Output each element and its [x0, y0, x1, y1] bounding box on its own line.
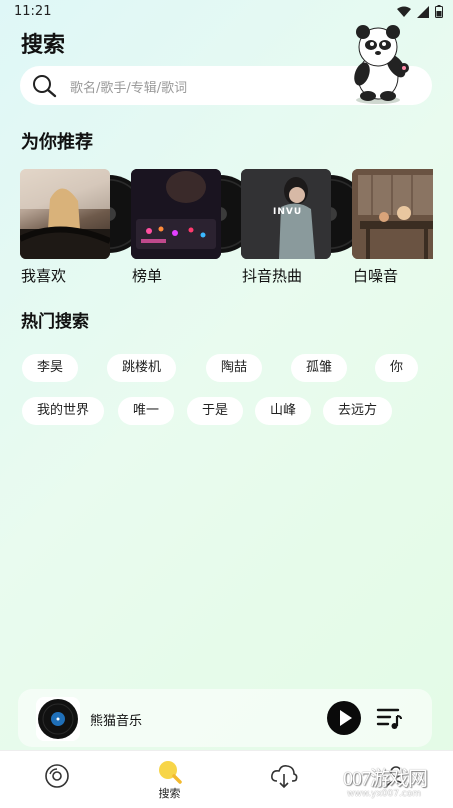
wifi-icon — [397, 6, 411, 17]
recommend-title: 为你推荐 — [21, 132, 93, 153]
search-placeholder: 歌名/歌手/专辑/歌词 — [70, 81, 188, 96]
hot-title: 热门搜索 — [21, 312, 89, 332]
nav-item-search[interactable]: 搜索 — [113, 751, 226, 808]
rec-cover-image — [20, 169, 110, 259]
mini-player[interactable]: 熊猫音乐 — [18, 689, 432, 747]
hot-tag[interactable]: 去远方 — [323, 397, 393, 425]
hot-tag[interactable]: 孤雏 — [291, 354, 348, 382]
rec-card-white-noise[interactable]: 白噪音 — [352, 169, 433, 289]
status-time: 11:21 — [14, 4, 52, 19]
player-cover[interactable] — [36, 697, 80, 741]
status-bar: 11:21 — [0, 0, 453, 24]
hot-tag[interactable]: 跳楼机 — [107, 354, 177, 382]
signal-icon — [417, 5, 429, 18]
nav-label: 搜索 — [158, 787, 181, 800]
player-title: 熊猫音乐 — [90, 714, 143, 729]
status-icons — [397, 5, 443, 18]
page-title: 搜索 — [21, 33, 66, 58]
search-icon — [33, 75, 57, 98]
hot-tag[interactable]: 李昊 — [22, 354, 79, 382]
profile-icon — [385, 766, 407, 788]
battery-icon — [435, 5, 443, 18]
cover-art — [352, 169, 433, 259]
cover-text: INVU — [273, 207, 303, 217]
hot-tag[interactable]: 山峰 — [255, 397, 312, 425]
nav-item-download[interactable] — [226, 751, 339, 808]
play-button[interactable] — [327, 701, 361, 735]
hot-tag[interactable]: 唯一 — [118, 397, 175, 425]
rec-cover-image: INVU — [241, 169, 331, 259]
playlist-icon[interactable] — [376, 706, 404, 730]
cover-art — [20, 169, 110, 259]
nav-item-profile[interactable] — [339, 751, 452, 808]
hot-tag[interactable]: 我的世界 — [22, 397, 105, 425]
vinyl-record-icon — [38, 699, 78, 739]
panda-mascot-icon — [354, 25, 409, 104]
hot-tag[interactable]: 你 — [375, 354, 419, 382]
rec-label: 榜单 — [132, 267, 163, 285]
cover-art — [131, 169, 221, 259]
bottom-nav: 搜索 — [0, 750, 453, 808]
hot-tag[interactable]: 于是 — [187, 397, 244, 425]
rec-label: 抖音热曲 — [242, 267, 303, 285]
rec-cover-image — [352, 169, 433, 259]
rec-label: 白噪音 — [353, 267, 399, 285]
search-icon — [159, 761, 182, 784]
hot-tag[interactable]: 陶喆 — [206, 354, 263, 382]
nav-item-disc[interactable] — [0, 751, 113, 808]
rec-label: 我喜欢 — [21, 267, 67, 285]
disc-icon — [45, 764, 69, 788]
rec-cover-image — [131, 169, 221, 259]
cloud-download-icon — [271, 765, 298, 789]
play-icon — [340, 710, 352, 726]
